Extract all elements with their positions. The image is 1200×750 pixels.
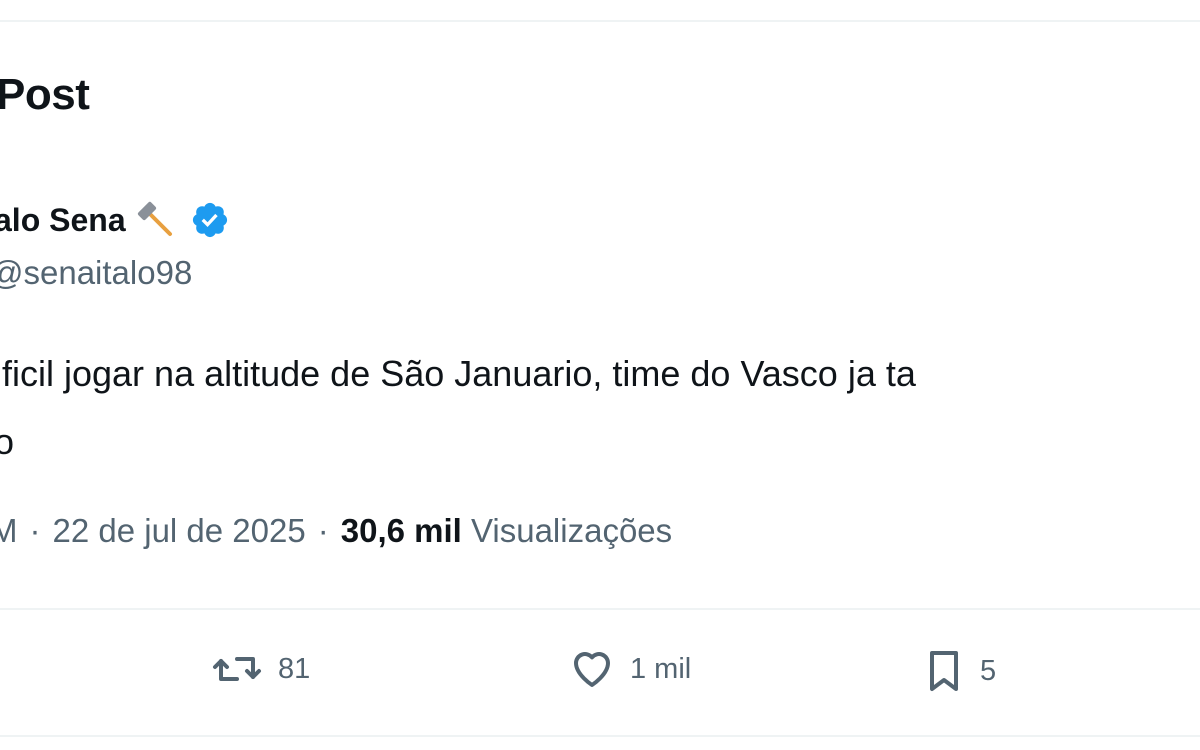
author-row: alo Sena bbox=[0, 200, 230, 240]
page-title: Post bbox=[0, 70, 90, 119]
meta-separator: · bbox=[29, 512, 41, 549]
repost-button[interactable]: 81 bbox=[208, 645, 310, 693]
bookmark-button[interactable]: 5 bbox=[920, 645, 996, 697]
author-handle-text: senaitalo98 bbox=[23, 254, 193, 291]
divider bbox=[0, 608, 1200, 610]
divider bbox=[0, 735, 1200, 737]
meta-separator: · bbox=[317, 512, 329, 549]
hammer-icon bbox=[136, 200, 180, 240]
bookmark-icon bbox=[920, 645, 968, 697]
repost-count: 81 bbox=[278, 652, 311, 685]
top-divider bbox=[0, 20, 1200, 22]
like-count: 1 mil bbox=[630, 652, 692, 685]
post-time[interactable]: M bbox=[0, 512, 18, 550]
views-count[interactable]: 30,6 mil bbox=[341, 512, 462, 549]
views-label: Visualizações bbox=[470, 512, 673, 549]
post-text-line: o bbox=[0, 421, 15, 462]
post-text-line: ificil jogar na altitude de São Januario… bbox=[0, 353, 916, 394]
repost-icon bbox=[208, 645, 266, 693]
author-name[interactable]: alo Sena bbox=[0, 202, 126, 239]
post-meta: M · 22 de jul de 2025 · 30,6 mil Visuali… bbox=[0, 512, 672, 550]
author-handle[interactable]: @senaitalo98 bbox=[0, 254, 192, 292]
actions-bar: 81 1 mil 5 bbox=[0, 645, 1200, 701]
like-button[interactable]: 1 mil bbox=[566, 645, 691, 693]
bookmark-count: 5 bbox=[980, 654, 997, 687]
post-text: ificil jogar na altitude de São Januario… bbox=[0, 340, 1194, 476]
post-date[interactable]: 22 de jul de 2025 bbox=[53, 512, 306, 550]
at-sign: @ bbox=[0, 254, 24, 291]
heart-icon bbox=[566, 645, 618, 693]
verified-badge-icon bbox=[190, 200, 230, 240]
